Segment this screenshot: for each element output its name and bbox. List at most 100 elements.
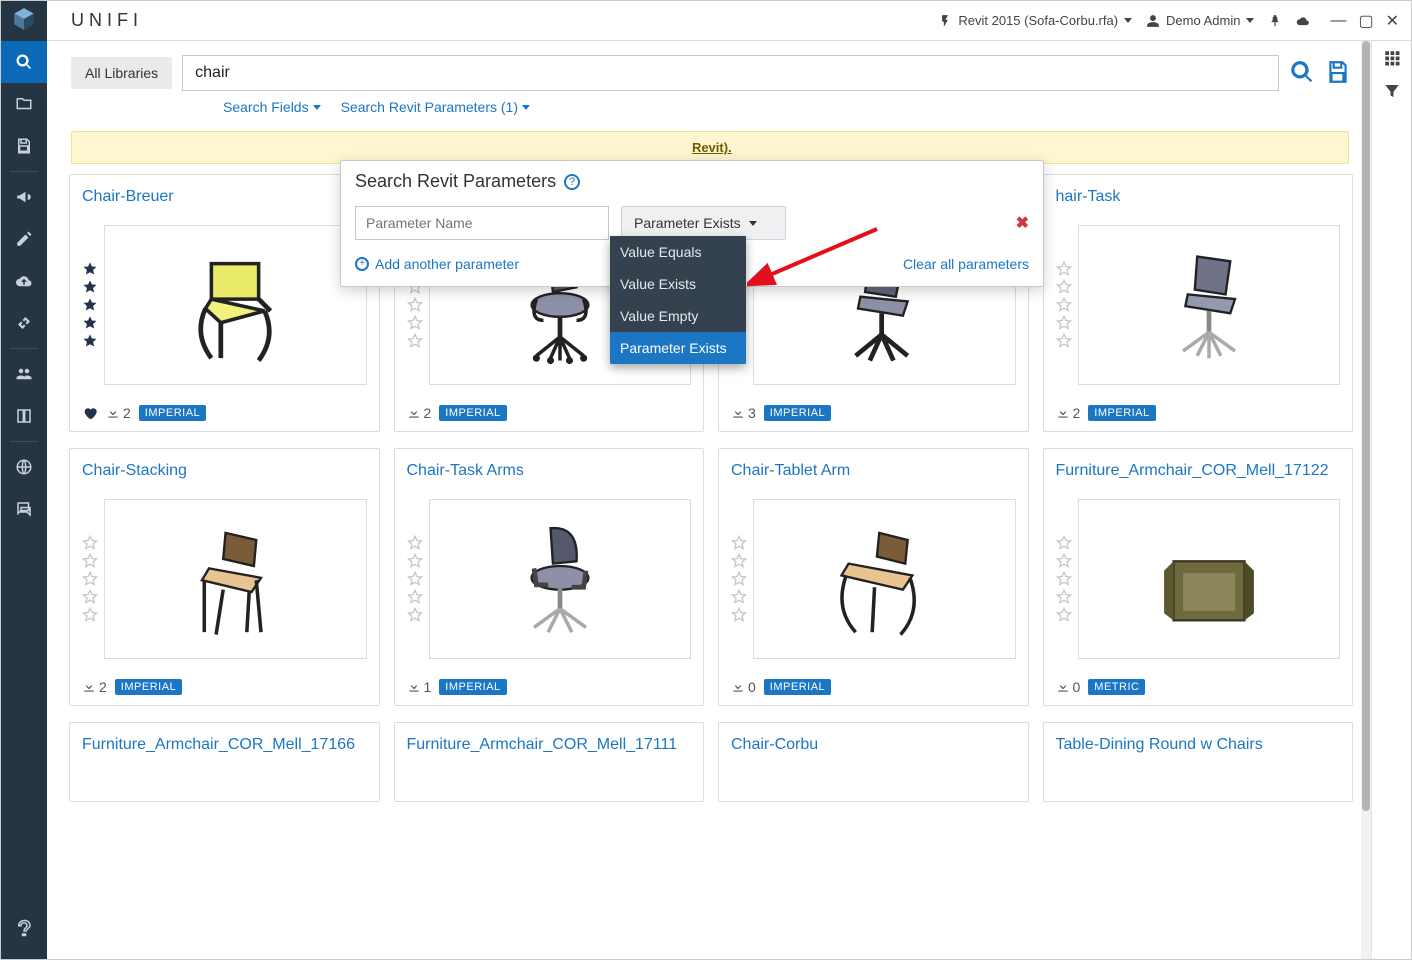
sidebar-users[interactable]: [1, 353, 47, 395]
card-title[interactable]: Chair-Corbu: [731, 735, 1016, 755]
rating-stars[interactable]: [1056, 261, 1072, 349]
sidebar-edit[interactable]: [1, 218, 47, 260]
rating-stars[interactable]: [407, 535, 423, 623]
thumbnail: [104, 225, 367, 385]
dropdown-option[interactable]: Parameter Exists: [610, 332, 746, 364]
download-count[interactable]: 2: [82, 679, 107, 695]
rating-stars[interactable]: [731, 535, 747, 623]
banner-link[interactable]: Revit).: [692, 140, 732, 155]
card-title[interactable]: Chair-Tablet Arm: [731, 461, 1016, 481]
card-title[interactable]: Furniture_Armchair_COR_Mell_17122: [1056, 461, 1341, 481]
save-search-button[interactable]: [1325, 59, 1351, 88]
download-count[interactable]: 2: [106, 405, 131, 421]
rating-stars[interactable]: [82, 535, 98, 623]
card-title[interactable]: Furniture_Armchair_COR_Mell_17111: [407, 735, 692, 755]
unit-badge: IMPERIAL: [115, 679, 182, 695]
left-sidebar: [1, 41, 47, 959]
caret-down-icon: [1124, 18, 1132, 23]
download-count[interactable]: 2: [1056, 405, 1081, 421]
main-content: All Libraries Search Fields Search Revit…: [47, 41, 1371, 959]
thumbnail: [104, 499, 367, 659]
result-card[interactable]: hair-Task 2 IMPERIAL: [1043, 174, 1354, 432]
popover-title: Search Revit Parameters: [355, 171, 556, 192]
library-selector[interactable]: All Libraries: [71, 57, 172, 89]
unit-badge: IMPERIAL: [764, 679, 831, 695]
sidebar-chat[interactable]: [1, 488, 47, 530]
scrollbar[interactable]: [1361, 41, 1371, 959]
pin-button[interactable]: [1268, 14, 1282, 28]
add-parameter-button[interactable]: +Add another parameter: [355, 256, 519, 272]
favorite-icon[interactable]: [82, 405, 98, 421]
unit-badge: METRIC: [1088, 679, 1145, 695]
result-card[interactable]: Furniture_Armchair_COR_Mell_17111: [394, 722, 705, 802]
card-title[interactable]: Furniture_Armchair_COR_Mell_17166: [82, 735, 367, 755]
result-card[interactable]: Table-Dining Round w Chairs: [1043, 722, 1354, 802]
search-fields-toggle[interactable]: Search Fields: [223, 99, 321, 115]
sidebar-globe[interactable]: [1, 446, 47, 488]
unit-badge: IMPERIAL: [439, 679, 506, 695]
cloud-sync-button[interactable]: [1296, 14, 1310, 28]
result-card[interactable]: Chair-Tablet Arm 0 IMPERIAL: [718, 448, 1029, 706]
sidebar-link[interactable]: [1, 302, 47, 344]
result-card[interactable]: Furniture_Armchair_COR_Mell_17122 0 METRIC: [1043, 448, 1354, 706]
thumbnail: [1078, 499, 1341, 659]
card-title[interactable]: hair-Task: [1056, 187, 1341, 207]
sidebar-search[interactable]: [1, 41, 47, 83]
download-count[interactable]: 2: [407, 405, 432, 421]
scroll-thumb[interactable]: [1362, 41, 1370, 811]
caret-down-icon: [749, 221, 757, 226]
caret-down-icon: [522, 105, 530, 110]
sidebar-library[interactable]: [1, 395, 47, 437]
remove-parameter-button[interactable]: ✖: [1016, 213, 1029, 233]
rating-stars[interactable]: [1056, 535, 1072, 623]
unit-badge: IMPERIAL: [439, 405, 506, 421]
grid-view-button[interactable]: [1383, 49, 1401, 70]
select-label: Parameter Exists: [634, 215, 741, 231]
sidebar-help[interactable]: [1, 907, 47, 949]
minimize-button[interactable]: —: [1330, 12, 1346, 30]
close-button[interactable]: ✕: [1386, 11, 1399, 31]
revit-file-selector[interactable]: Revit 2015 (Sofa-Corbu.rfa): [938, 13, 1132, 28]
search-button[interactable]: [1289, 59, 1315, 88]
result-card[interactable]: Chair-Corbu: [718, 722, 1029, 802]
parameter-name-input[interactable]: [355, 206, 609, 240]
result-card[interactable]: Chair-Task Arms 1 IMPERIAL: [394, 448, 705, 706]
logo-icon: [1, 1, 47, 41]
dropdown-option[interactable]: Value Empty: [610, 300, 746, 332]
clear-parameters-button[interactable]: Clear all parameters: [903, 256, 1029, 272]
unit-badge: IMPERIAL: [139, 405, 206, 421]
card-title[interactable]: Chair-Task Arms: [407, 461, 692, 481]
unit-badge: IMPERIAL: [1088, 405, 1155, 421]
result-card[interactable]: Chair-Stacking 2 IMPERIAL: [69, 448, 380, 706]
sidebar-save[interactable]: [1, 125, 47, 167]
search-revit-params-toggle[interactable]: Search Revit Parameters (1): [341, 99, 530, 115]
card-title[interactable]: Table-Dining Round w Chairs: [1056, 735, 1341, 755]
card-title[interactable]: Chair-Breuer: [82, 187, 367, 207]
sidebar-browse[interactable]: [1, 83, 47, 125]
thumbnail: [1078, 225, 1341, 385]
dropdown-option[interactable]: Value Equals: [610, 236, 746, 268]
help-icon[interactable]: ?: [564, 174, 580, 190]
caret-down-icon: [1246, 18, 1254, 23]
filter-button[interactable]: [1383, 82, 1401, 103]
user-menu[interactable]: Demo Admin: [1146, 13, 1254, 28]
thumbnail: [429, 499, 692, 659]
sidebar-upload[interactable]: [1, 260, 47, 302]
download-count[interactable]: 0: [731, 679, 756, 695]
download-count[interactable]: 3: [731, 405, 756, 421]
download-count[interactable]: 1: [407, 679, 432, 695]
card-title[interactable]: Chair-Stacking: [82, 461, 367, 481]
maximize-button[interactable]: ▢: [1358, 11, 1373, 31]
parameter-condition-select[interactable]: Parameter Exists: [621, 206, 786, 240]
rating-stars[interactable]: [82, 261, 98, 349]
result-card[interactable]: Furniture_Armchair_COR_Mell_17166: [69, 722, 380, 802]
app-header: UNIFI Revit 2015 (Sofa-Corbu.rfa) Demo A…: [1, 1, 1411, 41]
brand-title: UNIFI: [71, 10, 143, 31]
right-rail: [1371, 41, 1411, 959]
sidebar-announce[interactable]: [1, 176, 47, 218]
condition-dropdown: Value EqualsValue ExistsValue EmptyParam…: [610, 236, 746, 364]
download-count[interactable]: 0: [1056, 679, 1081, 695]
result-card[interactable]: Chair-Breuer 2 IMPERIAL: [69, 174, 380, 432]
dropdown-option[interactable]: Value Exists: [610, 268, 746, 300]
search-input[interactable]: [182, 55, 1279, 91]
